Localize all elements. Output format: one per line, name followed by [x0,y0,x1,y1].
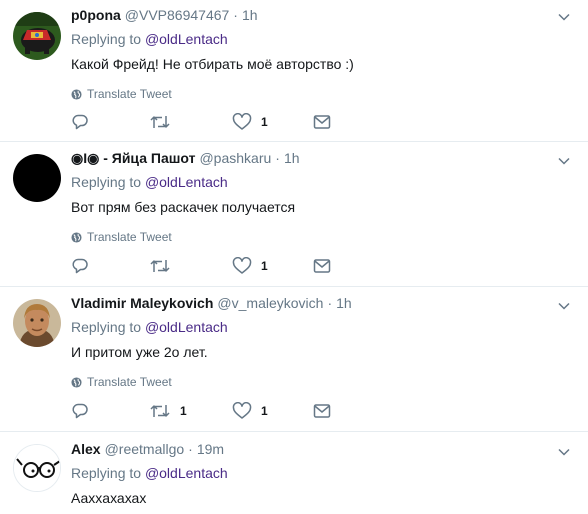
heart-icon [232,257,252,274]
translate-label: Translate Tweet [87,230,172,244]
chevron-down-icon[interactable] [558,448,570,456]
like-count: 1 [261,115,268,129]
reply-button[interactable] [71,112,89,132]
separator-dot: · [275,150,280,166]
replying-to-prefix: Replying to [71,31,142,47]
timestamp[interactable]: 19m [197,441,224,457]
replying-to-prefix: Replying to [71,174,142,190]
author-name[interactable]: Vladimir Maleykovich [71,295,213,311]
retweet-icon [150,116,170,128]
like-button[interactable]: 1 [232,112,268,132]
replying-to-link[interactable]: @oldLentach [145,174,228,190]
separator-dot: · [188,441,193,457]
replying-to: Replying to @oldLentach [71,319,578,337]
tweet-actions: 1 1 [71,401,351,421]
tweet-actions: 1 [71,112,351,132]
envelope-icon [313,115,331,129]
retweet-count: 1 [180,404,187,418]
direct-message-button[interactable] [313,256,331,276]
replies-feed: p0pona @VVP86947467 · 1h Replying to @ol… [0,0,588,514]
envelope-icon [313,259,331,273]
replying-to-link[interactable]: @oldLentach [145,465,228,481]
like-button[interactable]: 1 [232,401,268,421]
heart-icon [232,402,252,419]
translate-tweet-link[interactable]: Translate Tweet [71,375,578,389]
retweet-button[interactable] [149,256,180,276]
avatar[interactable] [13,444,61,492]
reply-icon [72,114,88,130]
like-count: 1 [261,404,268,418]
author-handle[interactable]: @reetmallgo [105,441,185,457]
envelope-icon [313,404,331,418]
like-count: 1 [261,259,268,273]
tweet[interactable]: p0pona @VVP86947467 · 1h Replying to @ol… [0,0,588,142]
tweet[interactable]: Vladimir Maleykovich @v_maleykovich · 1h… [0,287,588,432]
separator-dot: · [233,7,238,23]
globe-icon [71,88,82,100]
tweet-text: Какой Фрейд! Не отбирать моё авторство :… [71,56,354,72]
like-button[interactable]: 1 [232,256,268,276]
tweet-text: Вот прям без раскачек получается [71,199,296,215]
timestamp[interactable]: 1h [284,150,300,166]
translate-tweet-link[interactable]: Translate Tweet [71,230,578,244]
tweet[interactable]: Alex @reetmallgo · 19m Replying to @oldL… [0,432,588,514]
replying-to-link[interactable]: @oldLentach [145,31,228,47]
translate-label: Translate Tweet [87,87,172,101]
timestamp[interactable]: 1h [242,7,258,23]
reply-icon [72,258,88,274]
author-name[interactable]: p0pona [71,7,121,23]
reply-icon [72,403,88,419]
avatar[interactable] [13,12,61,60]
chevron-down-icon[interactable] [558,302,570,310]
direct-message-button[interactable] [313,401,331,421]
author-handle[interactable]: @VVP86947467 [125,7,230,23]
replying-to-prefix: Replying to [71,465,142,481]
avatar[interactable] [13,299,61,347]
author-name[interactable]: Alex [71,441,101,457]
globe-icon [71,376,82,388]
separator-dot: · [327,295,333,311]
replying-to: Replying to @oldLentach [71,31,578,49]
retweet-icon [150,405,170,417]
author-handle[interactable]: @v_maleykovich [217,295,323,311]
chevron-down-icon[interactable] [558,157,570,165]
replying-to: Replying to @oldLentach [71,465,578,483]
reply-button[interactable] [71,256,89,276]
replying-to: Replying to @oldLentach [71,174,578,192]
avatar[interactable] [13,154,61,202]
author-handle[interactable]: @pashkaru [199,150,271,166]
direct-message-button[interactable] [313,112,331,132]
tweet-text: Аахxахахах [71,490,147,506]
heart-icon [232,113,252,130]
translate-tweet-link[interactable]: Translate Tweet [71,87,578,101]
retweet-button[interactable]: 1 [149,401,187,421]
retweet-button[interactable] [149,112,180,132]
retweet-icon [150,260,170,272]
translate-label: Translate Tweet [87,375,172,389]
globe-icon [71,231,82,243]
timestamp[interactable]: 1h [336,295,352,311]
chevron-down-icon[interactable] [558,13,570,21]
replying-to-prefix: Replying to [71,319,142,335]
tweet-text: И притом уже 2о лет. [71,344,208,360]
reply-button[interactable] [71,401,89,421]
author-name[interactable]: ◉I◉ - Яйца Пашот [71,150,195,167]
replying-to-link[interactable]: @oldLentach [145,319,228,335]
tweet[interactable]: ◉I◉ - Яйца Пашот @pashkaru · 1h Replying… [0,142,588,287]
tweet-actions: 1 [71,256,351,276]
